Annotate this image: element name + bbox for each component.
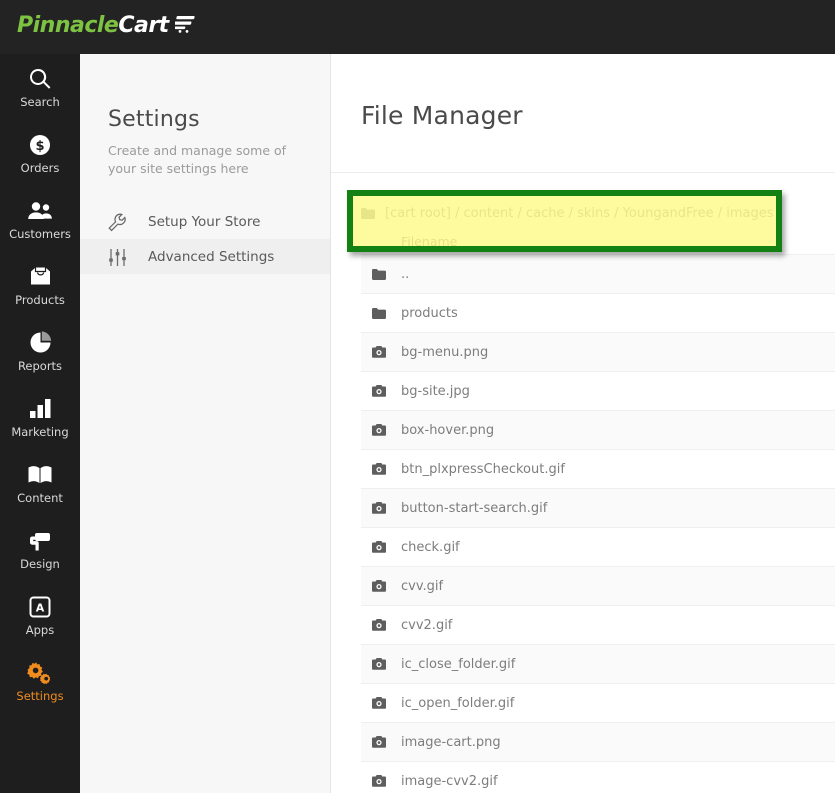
sidebar-label: Reports — [17, 358, 63, 373]
sidebar-item-customers[interactable]: Customers — [0, 186, 80, 252]
sidebar-item-design[interactable]: Design — [0, 516, 80, 582]
file-name[interactable]: cvv.gif — [401, 579, 443, 594]
file-name[interactable]: ic_open_folder.gif — [401, 696, 514, 711]
sidebar-item-content[interactable]: Content — [0, 450, 80, 516]
sidebar-label: Marketing — [11, 424, 69, 439]
sidebar-item-orders[interactable]: $ Orders — [0, 120, 80, 186]
sidebar-label: Customers — [9, 226, 71, 241]
settings-menu-item-advanced-settings[interactable]: Advanced Settings — [80, 239, 330, 274]
sidebar-label: Orders — [20, 160, 60, 175]
file-name[interactable]: btn_plxpressCheckout.gif — [401, 462, 565, 477]
camera-icon — [361, 502, 401, 514]
sidebar-item-search[interactable]: Search — [0, 54, 80, 120]
camera-icon — [361, 736, 401, 748]
camera-icon — [361, 424, 401, 436]
svg-text:A: A — [36, 601, 45, 614]
camera-icon — [361, 619, 401, 631]
sidebar-label: Settings — [16, 688, 64, 703]
folder-icon — [361, 208, 375, 219]
camera-icon — [361, 697, 401, 709]
search-icon — [28, 66, 52, 92]
file-name[interactable]: image-cvv2.gif — [401, 774, 498, 789]
camera-icon — [361, 463, 401, 475]
main-content-area: File Manager [cart root] / content / cac… — [331, 54, 835, 793]
camera-icon — [361, 658, 401, 670]
table-row[interactable]: cvv.gif — [361, 566, 835, 605]
table-row[interactable]: ic_close_folder.gif — [361, 644, 835, 683]
app-root: PinnacleCart Search $ Orders Customers P… — [0, 0, 835, 793]
table-row[interactable]: .. — [361, 254, 835, 293]
table-row[interactable]: box-hover.png — [361, 410, 835, 449]
breadcrumb[interactable]: [cart root] / content / cache / skins / … — [361, 206, 835, 221]
pie-chart-icon — [29, 330, 52, 356]
settings-menu-label: Advanced Settings — [148, 249, 275, 265]
settings-menu-label: Setup Your Store — [148, 214, 261, 230]
sidebar-label: Apps — [25, 622, 55, 637]
title-divider — [331, 172, 835, 173]
table-row[interactable]: ic_open_folder.gif — [361, 683, 835, 722]
apps-icon: A — [29, 594, 51, 620]
settings-secondary-panel: Settings Create and manage some of your … — [80, 54, 331, 793]
table-row[interactable]: button-start-search.gif — [361, 488, 835, 527]
camera-icon — [361, 346, 401, 358]
settings-menu-list: Setup Your Store Advanced Settings — [80, 204, 330, 274]
sidebar-label: Content — [17, 490, 63, 505]
breadcrumb-path[interactable]: [cart root] / content / cache / skins / … — [385, 206, 782, 221]
sidebar-label: Search — [20, 94, 60, 109]
file-name[interactable]: ic_close_folder.gif — [401, 657, 515, 672]
camera-icon — [361, 541, 401, 553]
table-row[interactable]: btn_plxpressCheckout.gif — [361, 449, 835, 488]
customers-icon — [27, 198, 53, 224]
shopping-bag-icon — [29, 264, 52, 290]
primary-navigation-rail: Search $ Orders Customers Products Repor… — [0, 54, 80, 793]
sliders-icon — [108, 248, 132, 266]
file-name[interactable]: products — [401, 306, 458, 321]
gears-icon — [27, 660, 53, 686]
folder-icon — [361, 307, 401, 319]
camera-icon — [361, 580, 401, 592]
svg-text:$: $ — [35, 139, 44, 154]
folder-icon — [361, 268, 401, 280]
paint-roller-icon — [28, 528, 53, 554]
camera-icon — [361, 385, 401, 397]
sidebar-item-marketing[interactable]: Marketing — [0, 384, 80, 450]
table-column-header-filename: Filename — [401, 234, 458, 249]
table-row[interactable]: check.gif — [361, 527, 835, 566]
camera-icon — [361, 775, 401, 787]
book-icon — [27, 462, 53, 488]
table-row[interactable]: products — [361, 293, 835, 332]
brand-logo[interactable]: PinnacleCart — [17, 12, 197, 41]
file-name[interactable]: bg-site.jpg — [401, 384, 470, 399]
table-row[interactable]: image-cart.png — [361, 722, 835, 761]
table-row[interactable]: image-cvv2.gif — [361, 761, 835, 793]
file-list-table: .. products bg-menu.png bg-site.jpg box-… — [361, 254, 835, 793]
wrench-icon — [108, 213, 132, 231]
top-header-bar: PinnacleCart — [0, 0, 835, 54]
file-name[interactable]: box-hover.png — [401, 423, 494, 438]
table-row[interactable]: cvv2.gif — [361, 605, 835, 644]
settings-panel-description: Create and manage some of your site sett… — [108, 143, 287, 176]
table-row[interactable]: bg-site.jpg — [361, 371, 835, 410]
file-name[interactable]: check.gif — [401, 540, 460, 555]
shopping-cart-icon — [172, 13, 197, 41]
table-row[interactable]: bg-menu.png — [361, 332, 835, 371]
settings-panel-title: Settings — [108, 107, 200, 132]
sidebar-label: Products — [15, 292, 65, 307]
file-name[interactable]: .. — [401, 267, 409, 282]
brand-name-primary: Pinnacle — [17, 13, 119, 38]
settings-menu-item-setup-your-store[interactable]: Setup Your Store — [80, 204, 330, 239]
sidebar-label: Design — [20, 556, 60, 571]
dollar-circle-icon: $ — [28, 132, 52, 158]
sidebar-item-apps[interactable]: A Apps — [0, 582, 80, 648]
file-name[interactable]: bg-menu.png — [401, 345, 488, 360]
sidebar-item-products[interactable]: Products — [0, 252, 80, 318]
sidebar-item-settings[interactable]: Settings — [0, 648, 80, 714]
brand-name-secondary: Cart — [118, 13, 169, 38]
page-title: File Manager — [361, 101, 523, 130]
file-name[interactable]: cvv2.gif — [401, 618, 452, 633]
file-name[interactable]: button-start-search.gif — [401, 501, 547, 516]
file-name[interactable]: image-cart.png — [401, 735, 501, 750]
sidebar-item-reports[interactable]: Reports — [0, 318, 80, 384]
bar-chart-icon — [29, 396, 52, 422]
